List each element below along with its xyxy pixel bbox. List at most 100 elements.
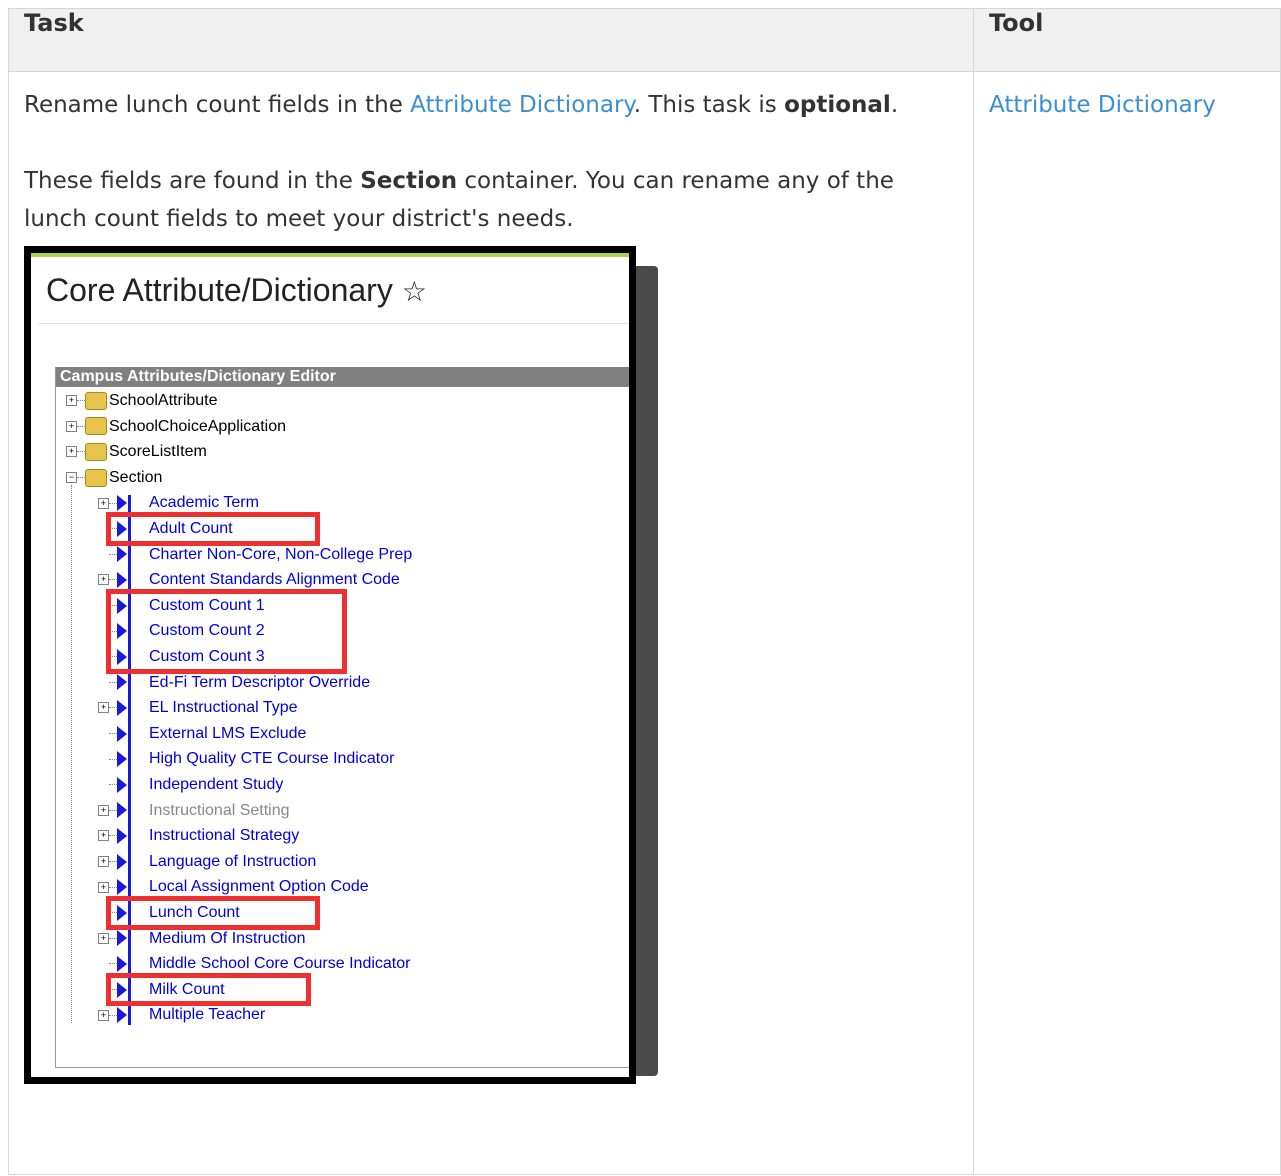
tree-item-label[interactable]: Independent Study xyxy=(149,776,283,793)
tree-connector xyxy=(77,477,85,479)
highlight-box xyxy=(106,588,347,674)
tree-folder-label: SchoolAttribute xyxy=(109,392,218,409)
tree-connector xyxy=(109,809,117,811)
tree-item[interactable]: + Instructional Setting xyxy=(98,799,290,823)
tree-item[interactable]: Ed-Fi Term Descriptor Override xyxy=(98,671,370,695)
attribute-pointer-icon xyxy=(117,699,127,716)
tree-item-label[interactable]: Instructional Strategy xyxy=(149,827,299,844)
editor-title: Campus Attributes/Dictionary Editor xyxy=(56,367,629,387)
attribute-pointer-icon xyxy=(117,930,127,947)
attribute-pointer-icon xyxy=(117,853,127,870)
highlight-box xyxy=(106,512,320,546)
attribute-pointer-icon xyxy=(117,879,127,896)
tree-folder-label: SchoolChoiceApplication xyxy=(109,417,286,435)
attribute-pointer-icon xyxy=(117,725,127,742)
tree-item-label[interactable]: Ed-Fi Term Descriptor Override xyxy=(149,674,370,691)
expand-icon[interactable]: + xyxy=(66,395,77,407)
expand-icon[interactable]: + xyxy=(98,702,109,714)
tree-connector xyxy=(109,1014,117,1016)
tree-item[interactable]: + Multiple Teacher xyxy=(98,1003,265,1027)
screenshot-frame: Core Attribute/Dictionary ☆ Campus Attri… xyxy=(24,246,636,1084)
expand-icon[interactable]: + xyxy=(98,497,109,509)
attribute-pointer-icon xyxy=(117,751,127,768)
collapse-icon[interactable]: − xyxy=(66,472,77,484)
folder-icon xyxy=(85,391,107,410)
expand-icon[interactable]: + xyxy=(66,420,77,432)
tree-connector xyxy=(109,758,117,760)
tree-item-label[interactable]: Instructional Setting xyxy=(149,802,290,819)
tree-item-label[interactable]: Language of Instruction xyxy=(149,853,316,870)
tree-folder-label: ScoreListItem xyxy=(109,443,207,461)
attribute-pointer-icon xyxy=(117,571,127,588)
tree-item-label[interactable]: Middle School Core Course Indicator xyxy=(149,955,410,972)
expand-icon[interactable]: + xyxy=(66,446,77,458)
header-task: Task xyxy=(8,8,974,72)
tool-cell: Attribute Dictionary xyxy=(973,71,1281,1175)
section-bold: Section xyxy=(360,168,458,194)
expand-icon[interactable]: + xyxy=(98,804,109,816)
attribute-pointer-icon xyxy=(117,802,127,819)
tree-connector xyxy=(77,451,85,453)
tree-item[interactable]: Charter Non-Core, Non-College Prep xyxy=(98,543,412,567)
text: These fields are found in the xyxy=(24,168,361,194)
tree-guide xyxy=(71,485,72,1023)
attribute-pointer-icon xyxy=(117,776,127,793)
tree-item-label[interactable]: Charter Non-Core, Non-College Prep xyxy=(149,546,412,563)
folder-icon xyxy=(85,468,107,487)
attribute-pointer-icon xyxy=(117,495,127,512)
expand-icon[interactable]: + xyxy=(98,932,109,944)
pointer-line xyxy=(128,495,131,1025)
expand-icon[interactable]: + xyxy=(98,856,109,868)
tree-item-label[interactable]: External LMS Exclude xyxy=(149,725,306,742)
highlight-box xyxy=(106,896,320,930)
task-paragraph-2: These fields are found in the Section co… xyxy=(24,162,958,238)
tree-connector xyxy=(109,553,117,555)
tree-item-label[interactable]: Medium Of Instruction xyxy=(149,930,306,947)
text: . xyxy=(890,92,899,118)
text: . This task is xyxy=(633,92,785,118)
task-paragraph-1: Rename lunch count fields in the Attribu… xyxy=(24,86,958,124)
tree-connector xyxy=(109,835,117,837)
attribute-pointer-icon xyxy=(117,1007,127,1024)
screenshot-title: Core Attribute/Dictionary ☆ xyxy=(46,271,427,311)
expand-icon[interactable]: + xyxy=(98,1009,109,1021)
task-table: Task Tool Rename lunch count fields in t… xyxy=(8,8,1281,1175)
tree-item-label[interactable]: High Quality CTE Course Indicator xyxy=(149,750,394,767)
tree-connector xyxy=(77,425,85,427)
expand-icon[interactable]: + xyxy=(98,830,109,842)
highlight-box xyxy=(106,972,311,1007)
tree-folder[interactable]: − Section xyxy=(66,466,162,490)
attribute-pointer-icon xyxy=(117,955,127,972)
attribute-pointer-icon xyxy=(117,674,127,691)
table-header-row: Task Tool xyxy=(8,8,1281,72)
tree-connector xyxy=(109,861,117,863)
tree-folder[interactable]: + SchoolAttribute xyxy=(66,389,218,413)
tree-item-label[interactable]: Academic Term xyxy=(149,494,259,511)
tree-item[interactable]: Independent Study xyxy=(98,773,283,797)
tree-item-label[interactable]: EL Instructional Type xyxy=(149,699,298,716)
attribute-dictionary-link[interactable]: Attribute Dictionary xyxy=(410,92,634,118)
folder-icon xyxy=(85,417,107,436)
tree-item-label[interactable]: Multiple Teacher xyxy=(149,1006,265,1023)
tree-item[interactable]: High Quality CTE Course Indicator xyxy=(98,747,394,771)
tree-connector xyxy=(109,579,117,581)
tree-folder[interactable]: + ScoreListItem xyxy=(66,440,207,464)
expand-icon[interactable]: + xyxy=(98,574,109,586)
tree-folder-label: Section xyxy=(109,468,163,486)
attribute-pointer-icon xyxy=(117,546,127,563)
expand-icon[interactable]: + xyxy=(98,881,109,893)
tree-item-label[interactable]: Local Assignment Option Code xyxy=(149,878,369,895)
tree-connector xyxy=(109,886,117,888)
green-bar xyxy=(31,253,629,257)
tree-folder[interactable]: + SchoolChoiceApplication xyxy=(66,415,286,439)
optional-bold: optional xyxy=(784,92,891,118)
tree-connector xyxy=(109,963,117,965)
tree-connector xyxy=(109,733,117,735)
tree-connector xyxy=(109,937,117,939)
table-row: Rename lunch count fields in the Attribu… xyxy=(8,71,1281,1175)
tree-connector xyxy=(109,681,117,683)
tree-item-label[interactable]: Content Standards Alignment Code xyxy=(149,571,400,588)
tool-link[interactable]: Attribute Dictionary xyxy=(989,92,1216,118)
dictionary-editor: Campus Attributes/Dictionary Editor + Sch… xyxy=(55,367,629,1068)
screenshot-title-text: Core Attribute/Dictionary xyxy=(46,272,393,308)
